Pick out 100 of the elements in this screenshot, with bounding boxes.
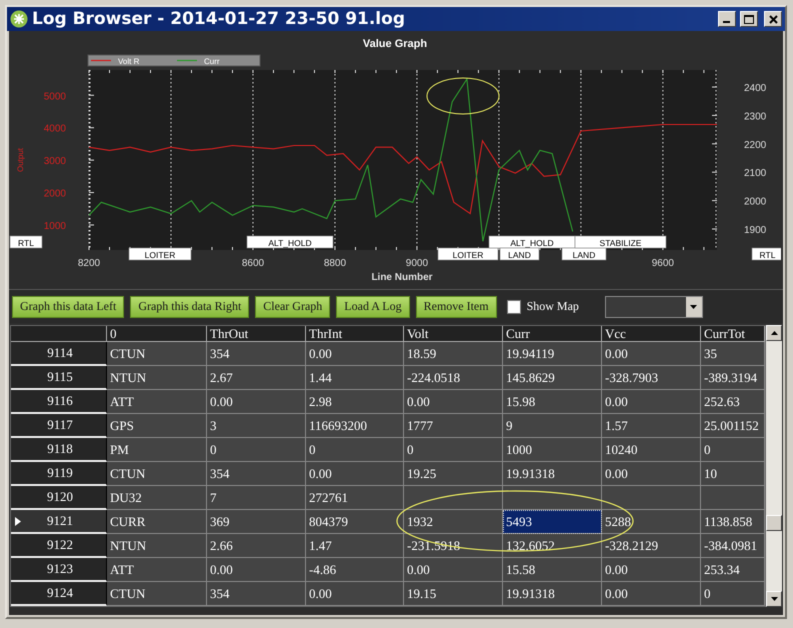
- table-cell: 5288: [602, 510, 701, 534]
- toolbar-button[interactable]: Clear Graph: [255, 296, 330, 318]
- row-header[interactable]: 9123: [11, 558, 107, 582]
- table-cell: 1138.858: [701, 510, 765, 534]
- y-tick-label: 2200: [744, 140, 766, 151]
- legend-label: Volt R: [118, 57, 140, 66]
- table-cell: 19.94119: [503, 342, 602, 366]
- maximize-icon: [744, 14, 754, 24]
- toolbar-button[interactable]: Graph this data Left: [12, 296, 124, 318]
- table-cell: 369: [207, 510, 306, 534]
- column-header[interactable]: CurrTot: [701, 326, 765, 342]
- table-cell: 0.00: [602, 462, 701, 486]
- row-header[interactable]: 9114: [11, 342, 107, 366]
- table-cell: 35: [701, 342, 765, 366]
- table-cell: 354: [207, 462, 306, 486]
- chart-title: Value Graph: [362, 38, 428, 50]
- mode-tag: LOITER: [128, 248, 192, 260]
- table-cell: 0: [701, 438, 765, 462]
- table-cell: 0.00: [602, 558, 701, 582]
- y-tick-label: 5000: [44, 91, 66, 102]
- row-header[interactable]: 9124: [11, 582, 107, 606]
- column-header[interactable]: Volt: [404, 326, 503, 342]
- table-cell: 0: [701, 582, 765, 606]
- row-header[interactable]: 9121: [11, 510, 107, 534]
- row-header[interactable]: 9119: [11, 462, 107, 486]
- table-cell: 0.00: [404, 558, 503, 582]
- table-cell: 132.6052: [503, 534, 602, 558]
- scroll-down-icon: [770, 597, 778, 601]
- x-axis-label: Line Number: [371, 272, 433, 283]
- table-cell: 10240: [602, 438, 701, 462]
- table-cell: 1777: [404, 414, 503, 438]
- close-button[interactable]: [764, 11, 782, 27]
- y-tick-label: 2000: [744, 196, 766, 208]
- table-cell: 1.44: [306, 366, 404, 390]
- x-tick-label: 9600: [652, 258, 674, 269]
- mode-tag: RTL: [752, 248, 781, 260]
- scroll-up-icon: [770, 331, 778, 335]
- table-cell: 5493: [503, 510, 602, 534]
- table-cell: 19.25: [404, 462, 503, 486]
- table-cell: 1000: [503, 438, 602, 462]
- table-cell: 116693200: [306, 414, 404, 438]
- table-cell: DU32: [107, 486, 207, 510]
- table-cell: CTUN: [107, 462, 207, 486]
- minimize-button[interactable]: [718, 11, 736, 27]
- table-cell: ATT: [107, 558, 207, 582]
- table-cell: CTUN: [107, 342, 207, 366]
- table-cell: 7: [207, 486, 306, 510]
- column-header[interactable]: 0: [107, 326, 207, 342]
- column-header[interactable]: ThrInt: [306, 326, 404, 342]
- show-map-checkbox[interactable]: [506, 300, 521, 314]
- column-header[interactable]: Curr: [503, 326, 602, 342]
- table-cell: 18.59: [404, 342, 503, 366]
- vertical-scrollbar[interactable]: [766, 325, 782, 607]
- table-cell: 1.57: [602, 414, 701, 438]
- table-cell: 0: [404, 438, 503, 462]
- toolbar-button[interactable]: Graph this data Right: [130, 296, 250, 318]
- y-tick-label: 2100: [744, 168, 766, 180]
- mode-tag: RTL: [10, 236, 42, 248]
- row-header[interactable]: 9118: [11, 438, 107, 462]
- current-row-icon: [15, 516, 21, 526]
- scrollbar-thumb[interactable]: [766, 515, 782, 531]
- table-cell: 3: [207, 414, 306, 438]
- table-cell: 0: [306, 438, 404, 462]
- row-header[interactable]: 9122: [11, 534, 107, 558]
- table-cell: 2.66: [207, 534, 306, 558]
- table-cell: CTUN: [107, 582, 207, 606]
- x-tick-label: 8600: [242, 258, 264, 269]
- mode-tag: STABILIZE: [574, 236, 666, 248]
- table-cell: 0.00: [602, 390, 701, 414]
- table-cell: -384.0981: [701, 534, 765, 558]
- table-cell: 15.58: [503, 558, 602, 582]
- mode-tag: LOITER: [438, 248, 498, 260]
- x-tick-label: 8800: [324, 258, 346, 269]
- y-tick-label: 1900: [744, 225, 766, 236]
- table-cell: ATT: [107, 390, 207, 414]
- map-dropdown[interactable]: [604, 296, 703, 318]
- x-tick-label: 8200: [78, 258, 100, 269]
- column-header[interactable]: ThrOut: [207, 326, 306, 342]
- toolbar-button[interactable]: Remove Item: [416, 296, 497, 318]
- row-header[interactable]: 9120: [11, 486, 107, 510]
- table-cell: 0.00: [306, 582, 404, 606]
- y-tick-label: 2300: [744, 111, 766, 122]
- maximize-button[interactable]: [740, 11, 758, 27]
- table-cell: 253.34: [701, 558, 765, 582]
- row-header[interactable]: 9117: [11, 414, 107, 438]
- table-cell: 1.47: [306, 534, 404, 558]
- table-cell: CURR: [107, 510, 207, 534]
- row-header[interactable]: 9115: [11, 366, 107, 390]
- y-tick-label: 2000: [44, 188, 66, 200]
- x-tick-label: 9000: [406, 258, 428, 269]
- table-cell: 19.91318: [503, 462, 602, 486]
- y-tick-label: 4000: [44, 124, 66, 135]
- table-cell: 10: [701, 462, 765, 486]
- table-cell: -389.3194: [701, 366, 765, 390]
- table-cell: 0.00: [602, 342, 701, 366]
- table-cell: 19.91318: [503, 582, 602, 606]
- column-header[interactable]: Vcc: [602, 326, 701, 342]
- toolbar-button[interactable]: Load A Log: [336, 296, 410, 318]
- row-header[interactable]: 9116: [11, 390, 107, 414]
- window-title: Log Browser - 2014-01-27 23-50 91.log: [32, 9, 406, 29]
